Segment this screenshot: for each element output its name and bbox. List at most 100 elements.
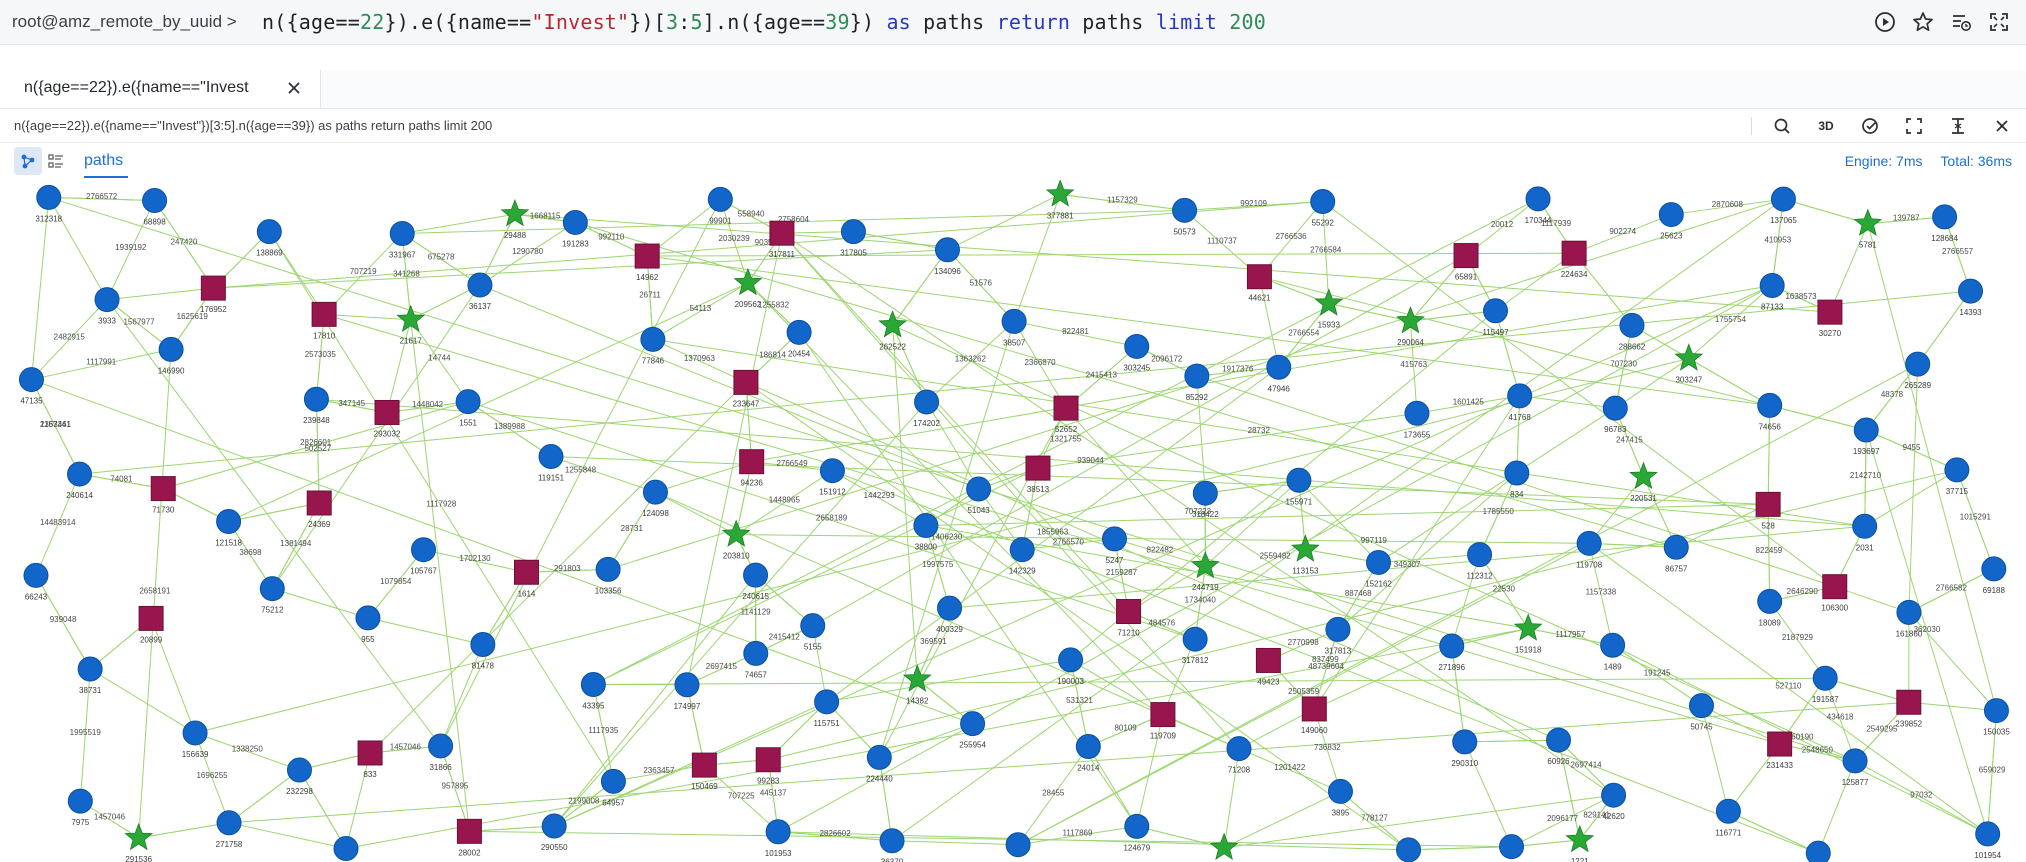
graph-node-square[interactable]: 528: [1755, 491, 1781, 530]
circle-node-shape[interactable]: [562, 209, 588, 235]
square-node-shape[interactable]: [1817, 299, 1843, 325]
graph-node-circle[interactable]: 50573: [1172, 197, 1198, 236]
circle-node-shape[interactable]: [600, 768, 626, 794]
graph-node-circle[interactable]: 101953: [765, 819, 792, 858]
circle-node-shape[interactable]: [1619, 312, 1645, 338]
square-node-shape[interactable]: [357, 740, 383, 766]
graph-node-circle[interactable]: 224440: [866, 744, 893, 783]
graph-node-circle[interactable]: 96783: [1602, 395, 1628, 434]
graph-node-circle[interactable]: 75212: [259, 576, 285, 615]
graph-node-circle[interactable]: 290310: [1451, 729, 1479, 768]
circle-node-shape[interactable]: [455, 389, 481, 415]
graph-node-square[interactable]: 833: [357, 740, 383, 779]
circle-node-shape[interactable]: [1932, 204, 1958, 230]
graph-node-circle[interactable]: 24014: [1075, 733, 1101, 772]
graph-node-circle[interactable]: 193697: [1853, 417, 1880, 456]
graph-edge[interactable]: [1701, 705, 1729, 812]
graph-edge[interactable]: [553, 701, 827, 827]
graph-edge[interactable]: [30, 197, 50, 380]
circle-node-shape[interactable]: [866, 744, 892, 770]
circle-node-shape[interactable]: [1226, 736, 1252, 762]
graph-node-square[interactable]: 231433: [1766, 731, 1794, 770]
graph-node-circle[interactable]: 146990: [158, 336, 185, 375]
star-node-shape[interactable]: [500, 199, 530, 227]
graph-edge[interactable]: [593, 677, 1826, 685]
graph-node-circle[interactable]: 38731: [77, 656, 103, 695]
graph-node-circle[interactable]: 155971: [1286, 467, 1313, 506]
graph-node-circle[interactable]: 152162: [1365, 549, 1392, 588]
graph-node-circle[interactable]: 74657: [743, 640, 769, 679]
graph-edge[interactable]: [106, 287, 214, 301]
graph-edge[interactable]: [745, 381, 1409, 851]
graph-edge[interactable]: [138, 822, 230, 839]
circle-node-shape[interactable]: [1005, 832, 1031, 858]
star-node-shape[interactable]: [721, 519, 751, 547]
circle-node-shape[interactable]: [1853, 417, 1879, 443]
circle-node-shape[interactable]: [1981, 556, 2007, 582]
square-node-shape[interactable]: [1150, 702, 1176, 728]
graph-edge[interactable]: [228, 769, 300, 824]
circle-node-shape[interactable]: [467, 272, 493, 298]
graph-node-square[interactable]: 30270: [1817, 299, 1843, 338]
circle-node-shape[interactable]: [411, 537, 437, 563]
graph-edge[interactable]: [1408, 846, 1512, 851]
graph-node-square[interactable]: 239852: [1895, 689, 1923, 728]
graph-node-square[interactable]: 149060: [1301, 696, 1328, 735]
graph-node-circle[interactable]: 99901: [707, 186, 733, 225]
circle-node-shape[interactable]: [1124, 813, 1150, 839]
graph-node-square[interactable]: 71210: [1116, 599, 1142, 638]
graph-node-square[interactable]: 14962: [634, 243, 660, 282]
graph-node-circle[interactable]: 86757: [1663, 534, 1689, 573]
graph-node-circle[interactable]: 81478: [470, 632, 496, 671]
graph-edge[interactable]: [778, 831, 1409, 851]
circle-node-shape[interactable]: [879, 828, 905, 854]
circle-node-shape[interactable]: [77, 656, 103, 682]
graph-canvas[interactable]: 1457046 957895 659029 97032 527110 2766536 276…: [0, 180, 2026, 862]
star-node-shape[interactable]: [124, 822, 154, 851]
circle-node-shape[interactable]: [1001, 308, 1027, 334]
graph-edge[interactable]: [1767, 405, 1771, 505]
star-node-shape[interactable]: [1209, 832, 1239, 861]
graph-node-circle[interactable]: 232298: [286, 757, 313, 796]
circle-node-shape[interactable]: [819, 458, 845, 484]
graph-node-circle[interactable]: 255954: [959, 711, 987, 750]
graph-node-circle[interactable]: 115751: [814, 689, 841, 728]
square-node-shape[interactable]: [513, 559, 539, 585]
graph-node-circle[interactable]: 125877: [1842, 748, 1869, 787]
circle-node-shape[interactable]: [1576, 530, 1602, 556]
circle-node-shape[interactable]: [1602, 395, 1628, 421]
graph-edge[interactable]: [550, 456, 1769, 505]
graph-node-circle[interactable]: 36137: [467, 272, 493, 311]
graph-node-square[interactable]: 106300: [1821, 574, 1849, 613]
graph-node-circle[interactable]: 101954: [1974, 821, 2002, 860]
star-node-shape[interactable]: [1513, 613, 1543, 641]
graph-node-circle[interactable]: 31866: [428, 733, 454, 772]
graph-edge[interactable]: [1728, 810, 1819, 854]
graph-node-circle[interactable]: 51043: [966, 476, 992, 515]
circle-node-shape[interactable]: [286, 757, 312, 783]
circle-node-shape[interactable]: [937, 595, 963, 621]
graph-node-square[interactable]: 38513: [1025, 455, 1051, 494]
graph-edge[interactable]: [1558, 739, 1581, 841]
circle-node-shape[interactable]: [1286, 467, 1312, 493]
circle-node-shape[interactable]: [216, 810, 242, 836]
square-node-shape[interactable]: [1053, 395, 1079, 421]
graph-node-circle[interactable]: 156639: [182, 720, 209, 759]
graph-edge[interactable]: [345, 627, 1529, 849]
square-node-shape[interactable]: [311, 301, 337, 327]
graph-edge[interactable]: [272, 588, 369, 619]
graph-node-circle[interactable]: 50745: [1688, 693, 1714, 732]
star-node-shape[interactable]: [1291, 534, 1320, 562]
graph-node-circle[interactable]: 38800: [913, 512, 939, 551]
graph-node-circle[interactable]: 288662: [1619, 312, 1646, 351]
square-node-shape[interactable]: [769, 220, 795, 246]
circle-node-shape[interactable]: [1499, 834, 1525, 860]
circle-node-shape[interactable]: [913, 512, 939, 538]
graph-node-square[interactable]: 17810: [311, 301, 337, 340]
query-tab[interactable]: n({age==22}).e({name=="Invest: [0, 70, 321, 108]
circle-node-shape[interactable]: [142, 188, 168, 214]
graph-node-star[interactable]: 220531: [1629, 461, 1658, 503]
graph-edge[interactable]: [1464, 739, 1559, 743]
circle-node-shape[interactable]: [1439, 633, 1465, 659]
graph-edge[interactable]: [1223, 790, 1341, 849]
